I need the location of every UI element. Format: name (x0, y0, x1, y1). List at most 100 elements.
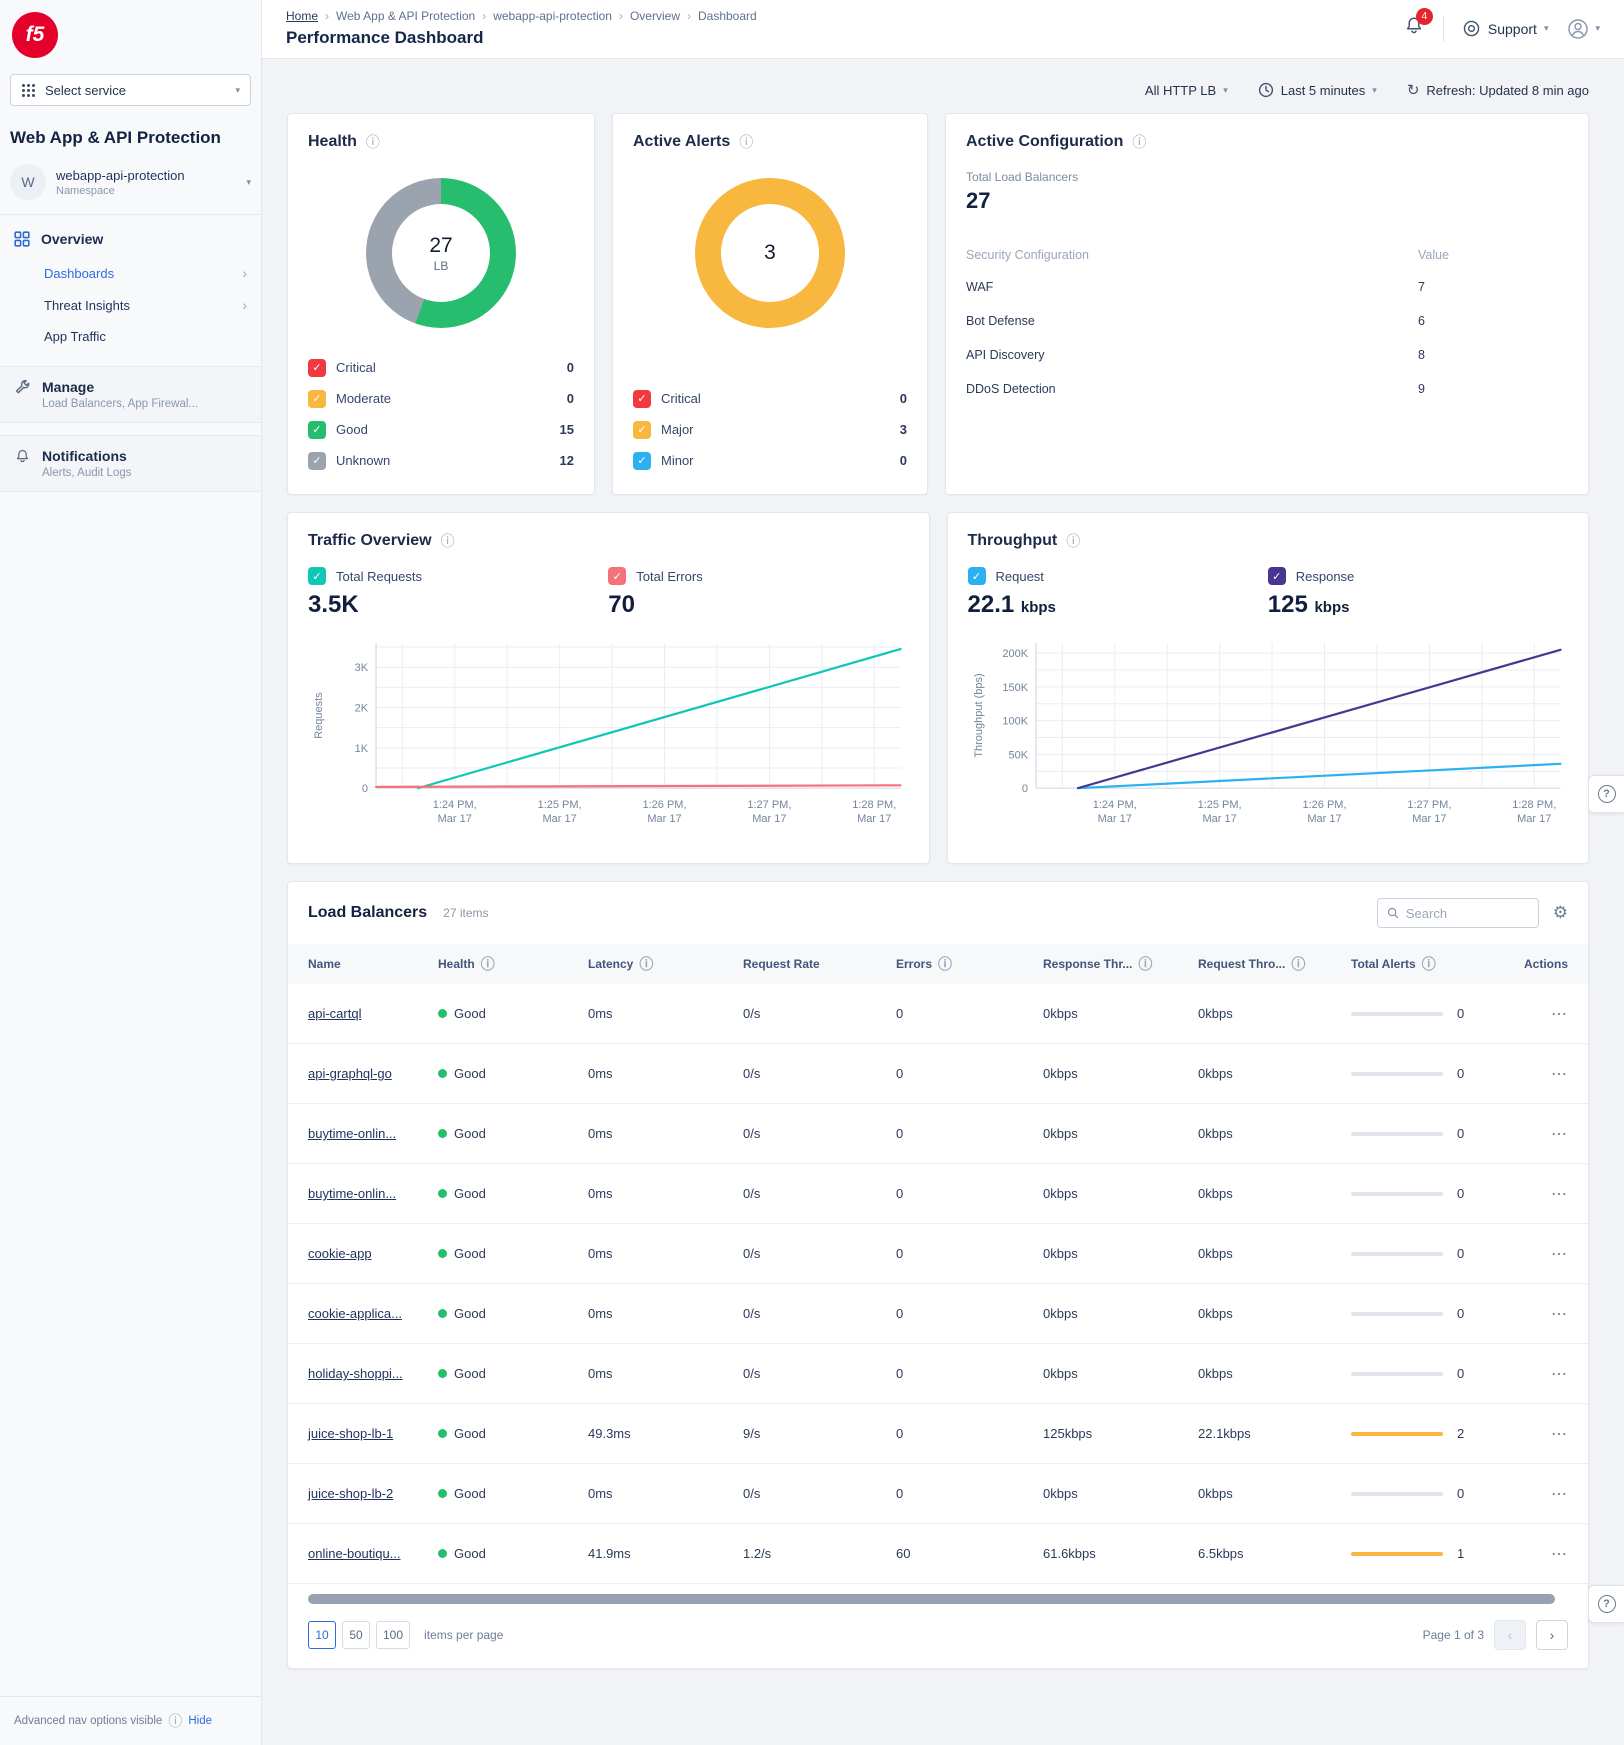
info-icon[interactable]: ⓘ (1138, 954, 1152, 974)
lb-name-link[interactable]: api-cartql (308, 1006, 438, 1021)
select-service-dropdown[interactable]: Select service ▾ (10, 74, 251, 106)
info-icon[interactable]: ⓘ (1132, 132, 1146, 152)
row-actions-button[interactable]: ⋯ (1551, 1484, 1568, 1504)
sidebar-item-dashboards[interactable]: Dashboards › (0, 257, 261, 289)
info-icon[interactable]: ⓘ (481, 954, 495, 974)
page-size-10[interactable]: 10 (308, 1621, 336, 1649)
row-actions-button[interactable]: ⋯ (1551, 1184, 1568, 1204)
help-button[interactable]: ? (1588, 775, 1624, 813)
info-icon[interactable]: ⓘ (639, 954, 653, 974)
help-button[interactable]: ? (1588, 1585, 1624, 1623)
good-checkbox[interactable]: ✓ (308, 421, 326, 439)
info-icon[interactable]: ⓘ (366, 132, 380, 152)
info-icon[interactable]: ⓘ (938, 954, 952, 974)
sidebar-item-app-traffic[interactable]: App Traffic (0, 321, 261, 352)
row-actions-button[interactable]: ⋯ (1551, 1124, 1568, 1144)
svg-text:Mar 17: Mar 17 (752, 813, 786, 825)
sidebar-item-overview[interactable]: Overview (0, 215, 261, 257)
lb-name-link[interactable]: holiday-shoppi... (308, 1366, 438, 1381)
request-stat: ✓ Request 22.1 kbps (968, 567, 1268, 619)
lb-name-link[interactable]: buytime-onlin... (308, 1186, 438, 1201)
svg-text:200K: 200K (1002, 648, 1028, 660)
table-row: holiday-shoppi... Good 0ms 0/s 0 0kbps 0… (288, 1344, 1588, 1404)
clock-icon (1258, 82, 1274, 98)
prev-page-button[interactable]: ‹ (1494, 1620, 1526, 1650)
active-config-card: Active Configuration ⓘ Total Load Balanc… (945, 113, 1589, 495)
namespace-selector[interactable]: W webapp-api-protection Namespace ▾ (10, 164, 251, 200)
info-icon[interactable]: ⓘ (441, 531, 455, 551)
lb-name-link[interactable]: buytime-onlin... (308, 1126, 438, 1141)
page-size-50[interactable]: 50 (342, 1621, 370, 1649)
config-row: DDoS Detection 9 (966, 382, 1568, 396)
sidebar-item-manage[interactable]: Manage Load Balancers, App Firewal... (0, 366, 261, 423)
health-dot (438, 1489, 447, 1498)
f5-logo-icon[interactable]: f5 (12, 12, 58, 58)
row-actions-button[interactable]: ⋯ (1551, 1364, 1568, 1384)
sidebar-item-threat-insights[interactable]: Threat Insights › (0, 289, 261, 321)
traffic-overview-title: Traffic Overview (308, 532, 432, 550)
lb-filter-dropdown[interactable]: All HTTP LB ▾ (1145, 83, 1228, 98)
notifications-button[interactable]: 4 (1403, 15, 1425, 42)
breadcrumb-item[interactable]: webapp-api-protection (493, 9, 612, 23)
major-checkbox[interactable]: ✓ (633, 421, 651, 439)
lb-name-link[interactable]: api-graphql-go (308, 1066, 438, 1081)
moderate-checkbox[interactable]: ✓ (308, 390, 326, 408)
notifications-label: Notifications (42, 448, 132, 464)
info-icon[interactable]: ⓘ (1066, 531, 1080, 551)
main-area: Home › Web App & API Protection › webapp… (262, 0, 1624, 1745)
row-actions-button[interactable]: ⋯ (1551, 1544, 1568, 1564)
breadcrumb-item[interactable]: Overview (630, 9, 680, 23)
table-row: juice-shop-lb-1 Good 49.3ms 9/s 0 125kbp… (288, 1404, 1588, 1464)
gear-icon[interactable]: ⚙ (1553, 903, 1568, 923)
lb-name-link[interactable]: juice-shop-lb-2 (308, 1486, 438, 1501)
breadcrumb-home[interactable]: Home (286, 9, 318, 23)
time-range-dropdown[interactable]: Last 5 minutes ▾ (1258, 82, 1377, 98)
page-size-100[interactable]: 100 (376, 1621, 410, 1649)
breadcrumb-item[interactable]: Web App & API Protection (336, 9, 475, 23)
svg-text:Requests: Requests (313, 692, 325, 739)
lb-name-link[interactable]: juice-shop-lb-1 (308, 1426, 438, 1441)
minor-checkbox[interactable]: ✓ (633, 452, 651, 470)
svg-text:Mar 17: Mar 17 (647, 813, 681, 825)
critical-checkbox[interactable]: ✓ (308, 359, 326, 377)
row-actions-button[interactable]: ⋯ (1551, 1004, 1568, 1024)
lb-name-link[interactable]: cookie-app (308, 1246, 438, 1261)
alerts-bar (1351, 1252, 1443, 1256)
row-actions-button[interactable]: ⋯ (1551, 1424, 1568, 1444)
info-icon[interactable]: ⓘ (168, 1711, 182, 1731)
lb-name-link[interactable]: cookie-applica... (308, 1306, 438, 1321)
info-icon[interactable]: ⓘ (1422, 954, 1436, 974)
scrollbar-thumb[interactable] (308, 1594, 1555, 1604)
svg-text:1:25 PM,: 1:25 PM, (538, 799, 582, 811)
next-page-button[interactable]: › (1536, 1620, 1568, 1650)
sidebar-item-notifications[interactable]: Notifications Alerts, Audit Logs (0, 435, 261, 492)
config-row: Bot Defense 6 (966, 314, 1568, 328)
pagination: 10 50 100 items per page Page 1 of 3 ‹ › (288, 1604, 1588, 1668)
support-menu[interactable]: Support ▾ (1462, 19, 1549, 38)
row-actions-button[interactable]: ⋯ (1551, 1244, 1568, 1264)
filter-bar: All HTTP LB ▾ Last 5 minutes ▾ ↻ Refresh… (287, 81, 1589, 99)
unknown-checkbox[interactable]: ✓ (308, 452, 326, 470)
table-row: cookie-app Good 0ms 0/s 0 0kbps 0kbps 0 … (288, 1224, 1588, 1284)
alerts-bar (1351, 1192, 1443, 1196)
row-actions-button[interactable]: ⋯ (1551, 1064, 1568, 1084)
info-icon[interactable]: ⓘ (1291, 954, 1305, 974)
critical-checkbox[interactable]: ✓ (633, 390, 651, 408)
hide-nav-link[interactable]: Hide (188, 1715, 212, 1727)
lb-name-link[interactable]: online-boutiqu... (308, 1546, 438, 1561)
row-actions-button[interactable]: ⋯ (1551, 1304, 1568, 1324)
total-errors-checkbox[interactable]: ✓ (608, 567, 626, 585)
refresh-button[interactable]: ↻ Refresh: Updated 8 min ago (1407, 81, 1589, 99)
svg-text:150K: 150K (1002, 682, 1028, 694)
total-requests-checkbox[interactable]: ✓ (308, 567, 326, 585)
chevron-right-icon: › (242, 265, 247, 281)
info-icon[interactable]: ⓘ (739, 132, 753, 152)
user-menu[interactable]: ▾ (1566, 17, 1600, 41)
search-input[interactable] (1406, 906, 1529, 921)
health-dot (438, 1129, 447, 1138)
svg-text:0: 0 (362, 783, 368, 795)
response-checkbox[interactable]: ✓ (1268, 567, 1286, 585)
time-range-label: Last 5 minutes (1281, 83, 1366, 98)
chevron-right-icon: › (242, 297, 247, 313)
request-checkbox[interactable]: ✓ (968, 567, 986, 585)
